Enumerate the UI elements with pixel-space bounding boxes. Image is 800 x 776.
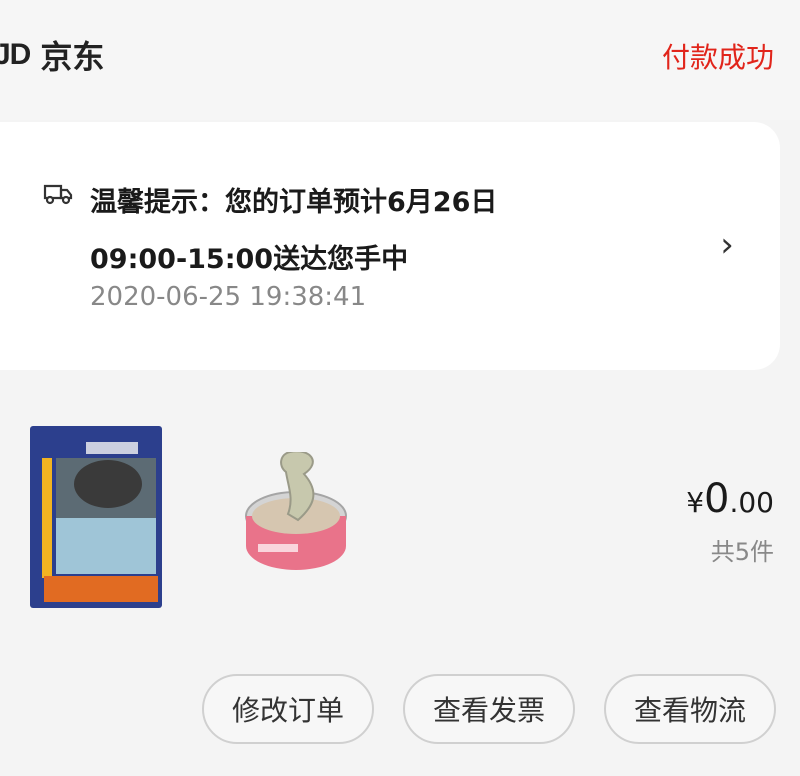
order-status: 付款成功 <box>661 41 774 74</box>
product-cat-food-pouch[interactable] <box>30 426 162 608</box>
price-decimal: .00 <box>729 486 774 519</box>
view-logistics-button[interactable]: 查看物流 <box>604 674 776 744</box>
view-invoice-button[interactable]: 查看发票 <box>403 674 575 744</box>
currency-symbol: ¥ <box>686 486 705 519</box>
jd-logo-icon: JD <box>0 38 31 71</box>
notice-line-2: 09:00-15:00送达您手中 <box>90 244 409 275</box>
delivery-notice-text: 温馨提示：您的订单预计6月26日 09:00-15:00送达您手中 <box>90 174 710 288</box>
store-name: 京东 <box>40 38 105 76</box>
order-header: JD 京东 付款成功 <box>0 0 800 120</box>
item-count: 共5件 <box>710 538 774 566</box>
delivery-truck-icon <box>43 184 73 205</box>
order-products[interactable]: ¥0.00 共5件 修改订单 查看发票 查看物流 <box>0 372 800 776</box>
chevron-right-icon[interactable]: › <box>712 228 742 262</box>
notice-timestamp: 2020-06-25 19:38:41 <box>90 282 367 312</box>
delivery-notice-card[interactable]: 温馨提示：您的订单预计6月26日 09:00-15:00送达您手中 2020-0… <box>0 122 780 370</box>
notice-line-1: 温馨提示：您的订单预计6月26日 <box>90 187 498 218</box>
modify-order-button[interactable]: 修改订单 <box>202 674 374 744</box>
order-total-price: ¥0.00 <box>686 476 774 522</box>
store-info[interactable]: JD 京东 <box>0 32 104 78</box>
price-integer: 0 <box>704 476 730 522</box>
product-cat-food-can[interactable] <box>244 452 350 576</box>
